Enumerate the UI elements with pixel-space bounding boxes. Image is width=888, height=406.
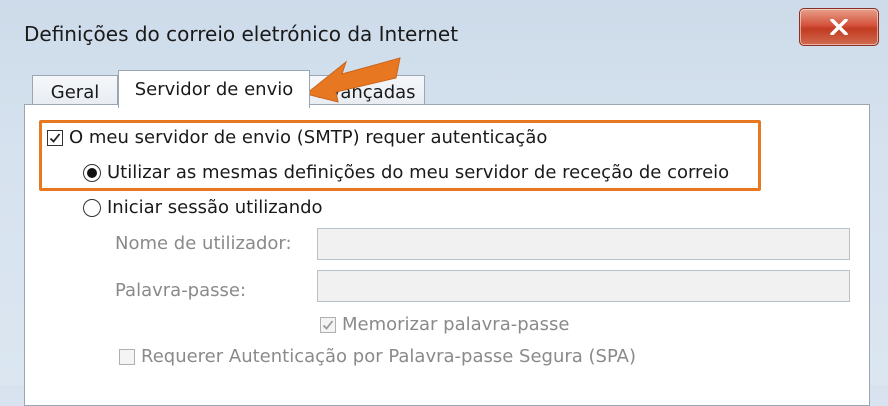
radio-login-row[interactable]: Iniciar sessão utilizando (83, 197, 323, 218)
remember-password-row[interactable]: Memorizar palavra-passe (320, 314, 570, 335)
smtp-auth-label: O meu servidor de envio (SMTP) requer au… (69, 127, 548, 148)
remember-password-checkbox[interactable] (320, 316, 336, 333)
radio-login-label: Iniciar sessão utilizando (107, 197, 323, 218)
password-label: Palavra-passe: (115, 280, 247, 301)
remember-password-label: Memorizar palavra-passe (342, 314, 570, 335)
close-icon (830, 19, 848, 35)
radio-same-settings-row[interactable]: Utilizar as mesmas definições do meu ser… (83, 162, 729, 183)
smtp-auth-checkbox-row[interactable]: O meu servidor de envio (SMTP) requer au… (47, 127, 547, 148)
smtp-auth-checkbox[interactable] (47, 129, 63, 146)
spa-label: Requerer Autenticação por Palavra-passe … (141, 346, 637, 367)
close-button[interactable] (799, 8, 879, 46)
radio-same-settings-label: Utilizar as mesmas definições do meu ser… (107, 162, 730, 183)
email-settings-window: Definições do correio eletrónico da Inte… (0, 0, 888, 406)
radio-login[interactable] (83, 198, 101, 217)
radio-selected-dot (87, 167, 97, 178)
spa-checkbox[interactable] (119, 348, 135, 365)
orange-arrow-icon (304, 57, 401, 103)
tab-label: Servidor de envio (134, 79, 294, 100)
tab-label: Geral (50, 82, 100, 103)
spa-row[interactable]: Requerer Autenticação por Palavra-passe … (119, 346, 636, 367)
tab-servidor-de-envio[interactable]: Servidor de envio (118, 70, 310, 108)
checkmark-icon (49, 132, 61, 143)
window-title: Definições do correio eletrónico da Inte… (24, 22, 459, 46)
password-field[interactable] (317, 270, 850, 302)
checkmark-icon (322, 319, 334, 330)
username-label: Nome de utilizador: (115, 233, 292, 254)
username-field[interactable] (317, 228, 850, 260)
radio-same-settings[interactable] (83, 163, 101, 182)
